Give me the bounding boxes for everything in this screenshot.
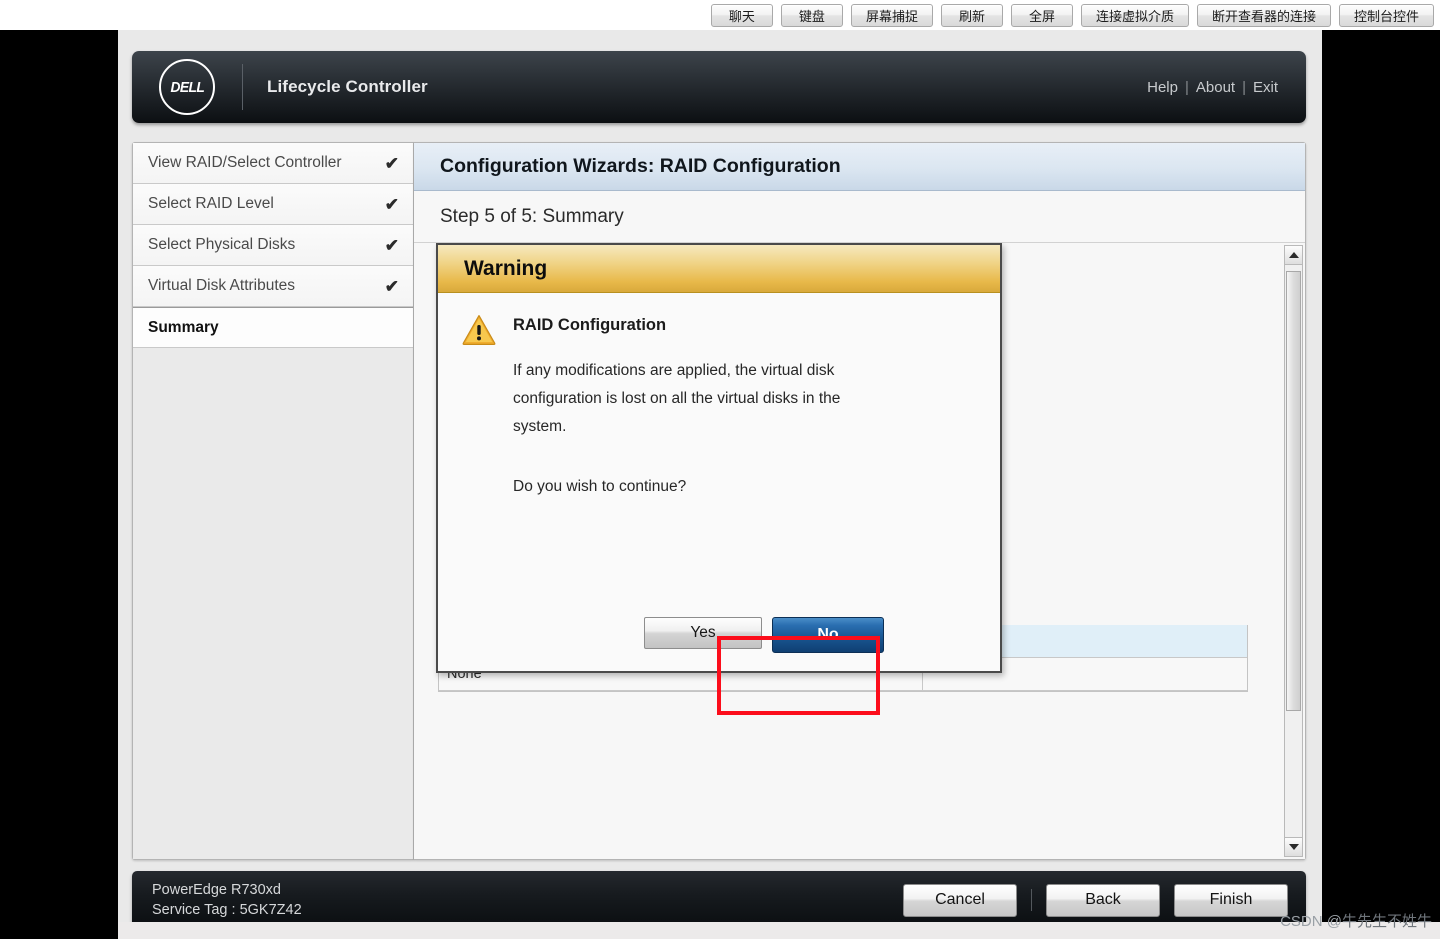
dialog-subject: RAID Configuration	[513, 316, 667, 334]
dialog-button-row: Yes No	[438, 617, 1000, 653]
csdn-watermark: CSDN @牛先生不姓牛	[1280, 910, 1432, 931]
sidebar-item-select-physical-disks[interactable]: Select Physical Disks ✔	[133, 225, 413, 266]
lifecycle-controller-app: DELL Lifecycle Controller Help | About |…	[118, 30, 1322, 922]
watermark-username: 牛先生不姓牛	[1341, 913, 1432, 930]
service-tag: Service Tag : 5GK7Z42	[152, 902, 302, 918]
screenshot-root: 聊天 键盘 屏幕捕捉 刷新 全屏 连接虚拟介质 断开查看器的连接 控制台控件 D…	[0, 0, 1440, 939]
kvm-fullscreen-button[interactable]: 全屏	[1010, 3, 1073, 27]
header-link-separator-1: |	[1184, 78, 1189, 96]
sidebar-item-label: Virtual Disk Attributes	[148, 277, 296, 294]
sidebar-item-virtual-disk-attributes[interactable]: Virtual Disk Attributes ✔	[133, 266, 413, 307]
dell-logo: DELL	[132, 59, 242, 115]
dialog-message: If any modifications are applied, the vi…	[513, 362, 841, 435]
header-link-separator-2: |	[1242, 78, 1246, 96]
kvm-screen-capture-button[interactable]: 屏幕捕捉	[850, 3, 933, 27]
sidebar-item-view-raid-select-controller[interactable]: View RAID/Select Controller ✔	[133, 143, 413, 184]
bottom-edge-strip	[0, 922, 1440, 939]
sidebar-item-label: Select RAID Level	[148, 195, 274, 212]
chevron-up-icon	[1288, 252, 1299, 258]
kvm-console-controls-button[interactable]: 控制台控件	[1338, 3, 1434, 27]
kvm-keyboard-button[interactable]: 键盘	[780, 3, 843, 27]
exit-link[interactable]: Exit	[1253, 79, 1278, 96]
footer-button-group: Cancel Back Finish	[903, 883, 1288, 917]
dialog-subject-row: RAID Configuration	[462, 311, 974, 345]
sidebar-item-label: Select Physical Disks	[148, 236, 296, 253]
app-header: DELL Lifecycle Controller Help | About |…	[132, 51, 1306, 123]
about-link[interactable]: About	[1196, 79, 1235, 96]
scrollbar-track[interactable]	[1285, 265, 1302, 837]
panel-content: None Warning RAID Configuration If any m…	[414, 243, 1305, 859]
wizard-step-sidebar: View RAID/Select Controller ✔ Select RAI…	[132, 142, 414, 860]
header-divider	[242, 64, 243, 110]
sidebar-item-select-raid-level[interactable]: Select RAID Level ✔	[133, 184, 413, 225]
check-icon: ✔	[384, 194, 399, 214]
dialog-title: Warning	[438, 245, 1000, 293]
sidebar-item-label: Summary	[148, 318, 219, 336]
kvm-connect-virtual-media-button[interactable]: 连接虚拟介质	[1080, 3, 1189, 27]
scroll-down-button[interactable]	[1285, 837, 1302, 856]
bottom-edge-black	[0, 922, 118, 939]
sidebar-item-label: View RAID/Select Controller	[148, 154, 342, 171]
check-icon: ✔	[384, 153, 399, 173]
check-icon: ✔	[384, 276, 399, 296]
kvm-refresh-button[interactable]: 刷新	[940, 3, 1003, 27]
sidebar-item-summary[interactable]: Summary	[133, 307, 413, 348]
main-panel: Configuration Wizards: RAID Configuratio…	[414, 142, 1306, 860]
panel-title: Configuration Wizards: RAID Configuratio…	[414, 143, 1305, 191]
footer-separator	[1031, 889, 1032, 911]
app-footer: PowerEdge R730xd Service Tag : 5GK7Z42 C…	[132, 871, 1306, 922]
chevron-down-icon	[1288, 844, 1299, 850]
no-button[interactable]: No	[772, 617, 884, 653]
dialog-question: Do you wish to continue?	[513, 478, 687, 495]
system-info: PowerEdge R730xd Service Tag : 5GK7Z42	[152, 882, 302, 918]
yes-button[interactable]: Yes	[644, 617, 762, 649]
dell-logo-text: DELL	[170, 78, 204, 96]
scroll-up-button[interactable]	[1285, 246, 1302, 265]
cancel-button[interactable]: Cancel	[903, 883, 1017, 917]
sidebar-empty-area	[133, 348, 413, 859]
check-icon: ✔	[384, 235, 399, 255]
warning-triangle-icon	[462, 314, 496, 345]
header-links: Help | About | Exit	[1147, 79, 1278, 96]
dell-logo-icon: DELL	[159, 59, 215, 115]
app-body: View RAID/Select Controller ✔ Select RAI…	[132, 142, 1306, 860]
finish-button[interactable]: Finish	[1174, 883, 1288, 917]
kvm-viewer-toolbar: 聊天 键盘 屏幕捕捉 刷新 全屏 连接虚拟介质 断开查看器的连接 控制台控件	[0, 0, 1440, 30]
wizard-step-label: Step 5 of 5: Summary	[414, 191, 1305, 243]
scrollbar-thumb[interactable]	[1286, 271, 1301, 711]
kvm-disconnect-viewer-button[interactable]: 断开查看器的连接	[1196, 3, 1331, 27]
help-link[interactable]: Help	[1147, 79, 1178, 96]
app-title: Lifecycle Controller	[267, 77, 428, 96]
warning-dialog: Warning RAID Configuration If any modifi…	[436, 243, 1002, 673]
watermark-prefix: CSDN @	[1280, 913, 1342, 930]
vertical-scrollbar[interactable]	[1284, 245, 1303, 857]
kvm-chat-button[interactable]: 聊天	[710, 3, 773, 27]
dialog-body: RAID Configuration If any modifications …	[438, 293, 1000, 671]
system-model: PowerEdge R730xd	[152, 882, 281, 898]
back-button[interactable]: Back	[1046, 883, 1160, 917]
